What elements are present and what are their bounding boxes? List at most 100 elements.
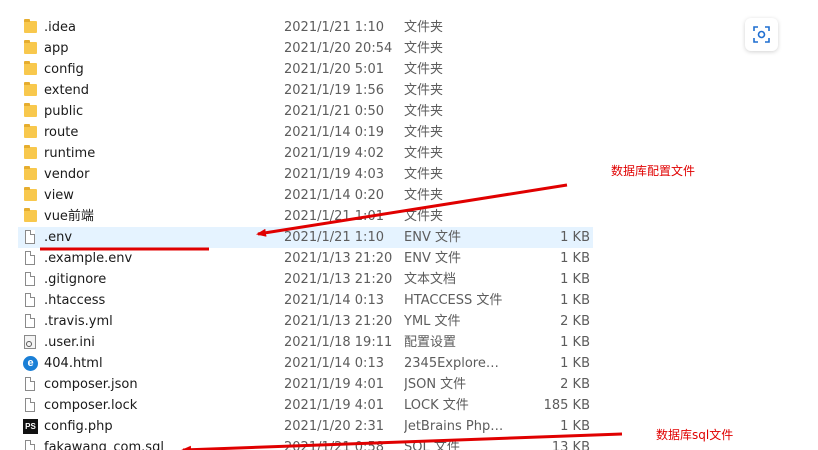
file-size <box>505 164 590 185</box>
file-icon-cell <box>22 269 40 290</box>
file-icon-cell <box>22 38 40 59</box>
config-file-annotation: 数据库配置文件 <box>611 164 696 178</box>
file-size: 1 KB <box>560 293 590 308</box>
file-name: app <box>44 41 69 56</box>
file-icon-cell <box>22 164 40 185</box>
file-type: SQL 文件 <box>404 440 460 450</box>
file-icon <box>25 272 35 286</box>
file-row[interactable]: .htaccess 2021/1/14 0:13 HTACCESS 文件 1 KB <box>0 290 818 311</box>
file-type: JetBrains PhpSto... <box>404 419 504 434</box>
file-size <box>505 80 590 101</box>
file-name: .env <box>44 230 73 245</box>
file-name: .user.ini <box>44 335 95 350</box>
file-size <box>505 185 590 206</box>
file-row[interactable]: extend 2021/1/19 1:56 文件夹 <box>0 80 818 101</box>
file-modified-date: 2021/1/21 1:01 <box>284 209 384 224</box>
file-row[interactable]: vendor 2021/1/19 4:03 文件夹 <box>0 164 818 185</box>
file-size: 2 KB <box>560 377 590 392</box>
file-name: view <box>44 188 74 203</box>
file-row[interactable]: runtime 2021/1/19 4:02 文件夹 <box>0 143 818 164</box>
file-row[interactable]: vue前端 2021/1/21 1:01 文件夹 <box>0 206 818 227</box>
scan-icon <box>753 26 770 43</box>
file-size: 1 KB <box>560 419 590 434</box>
file-icon-cell <box>22 311 40 332</box>
file-modified-date: 2021/1/20 20:54 <box>284 41 393 56</box>
file-row[interactable]: public 2021/1/21 0:50 文件夹 <box>0 101 818 122</box>
file-size: 1 KB <box>560 335 590 350</box>
file-row[interactable]: .env 2021/1/21 1:10 ENV 文件 1 KB <box>0 227 818 248</box>
file-name: .gitignore <box>44 272 107 287</box>
file-icon-cell: PS <box>22 416 40 437</box>
file-modified-date: 2021/1/19 4:03 <box>284 167 384 182</box>
file-type: 文件夹 <box>404 146 444 161</box>
file-modified-date: 2021/1/19 1:56 <box>284 83 384 98</box>
file-icon-cell <box>22 143 40 164</box>
file-modified-date: 2021/1/21 1:10 <box>284 230 384 245</box>
file-name: .travis.yml <box>44 314 113 329</box>
file-row[interactable]: view 2021/1/14 0:20 文件夹 <box>0 185 818 206</box>
file-row[interactable]: .gitignore 2021/1/13 21:20 文本文档 1 KB <box>0 269 818 290</box>
file-size: 1 KB <box>560 230 590 245</box>
folder-icon <box>24 124 37 138</box>
file-type: 文件夹 <box>404 104 444 119</box>
folder-icon <box>24 82 37 96</box>
file-type: 文件夹 <box>404 209 444 224</box>
file-type: ENV 文件 <box>404 251 461 266</box>
file-list: .idea 2021/1/21 1:10 文件夹 app 2021/1/20 20:54… <box>0 17 818 450</box>
file-modified-date: 2021/1/21 0:50 <box>284 104 384 119</box>
file-size: 185 KB <box>543 398 590 413</box>
file-type: LOCK 文件 <box>404 398 469 413</box>
file-icon <box>25 398 35 412</box>
file-row[interactable]: config 2021/1/20 5:01 文件夹 <box>0 59 818 80</box>
file-type: HTACCESS 文件 <box>404 293 503 308</box>
file-modified-date: 2021/1/14 0:13 <box>284 356 384 371</box>
file-row[interactable]: .example.env 2021/1/13 21:20 ENV 文件 1 KB <box>0 248 818 269</box>
file-modified-date: 2021/1/13 21:20 <box>284 314 393 329</box>
file-name: public <box>44 104 84 119</box>
file-row[interactable]: composer.json 2021/1/19 4:01 JSON 文件 2 KB <box>0 374 818 395</box>
file-icon-cell <box>22 437 40 450</box>
file-icon-cell <box>22 17 40 38</box>
file-icon-cell <box>22 374 40 395</box>
scan-button[interactable] <box>745 18 778 51</box>
file-row[interactable]: composer.lock 2021/1/19 4:01 LOCK 文件 185 KB <box>0 395 818 416</box>
file-explorer-window: .idea 2021/1/21 1:10 文件夹 app 2021/1/20 20:54… <box>0 0 818 450</box>
file-modified-date: 2021/1/13 21:20 <box>284 272 393 287</box>
file-row[interactable]: .user.ini 2021/1/18 19:11 配置设置 1 KB <box>0 332 818 353</box>
folder-icon <box>24 187 37 201</box>
file-row[interactable]: e 404.html 2021/1/14 0:13 2345Explorer HT..… <box>0 353 818 374</box>
file-modified-date: 2021/1/20 5:01 <box>284 62 384 77</box>
file-icon <box>25 440 35 450</box>
file-size: 1 KB <box>560 272 590 287</box>
folder-icon <box>24 103 37 117</box>
file-name: config <box>44 62 84 77</box>
file-name: route <box>44 125 79 140</box>
file-modified-date: 2021/1/19 4:02 <box>284 146 384 161</box>
file-icon-cell <box>22 59 40 80</box>
file-icon <box>25 293 35 307</box>
file-name: config.php <box>44 419 113 434</box>
file-modified-date: 2021/1/21 0:58 <box>284 440 384 450</box>
file-icon-cell <box>22 206 40 227</box>
file-name: composer.lock <box>44 398 138 413</box>
file-type: YML 文件 <box>404 314 461 329</box>
file-row[interactable]: .idea 2021/1/21 1:10 文件夹 <box>0 17 818 38</box>
file-icon-cell <box>22 185 40 206</box>
file-row[interactable]: route 2021/1/14 0:19 文件夹 <box>0 122 818 143</box>
file-type: 文件夹 <box>404 41 444 56</box>
file-icon <box>25 230 35 244</box>
file-modified-date: 2021/1/14 0:13 <box>284 293 384 308</box>
file-type: 2345Explorer HT... <box>404 356 504 371</box>
file-type: 文件夹 <box>404 62 444 77</box>
file-type: 文本文档 <box>404 272 457 287</box>
file-name: vendor <box>44 167 90 182</box>
file-icon-cell <box>22 332 40 353</box>
file-icon-cell <box>22 248 40 269</box>
folder-icon <box>24 40 37 54</box>
file-modified-date: 2021/1/14 0:20 <box>284 188 384 203</box>
file-row[interactable]: .travis.yml 2021/1/13 21:20 YML 文件 2 KB <box>0 311 818 332</box>
file-modified-date: 2021/1/20 2:31 <box>284 419 384 434</box>
file-row[interactable]: app 2021/1/20 20:54 文件夹 <box>0 38 818 59</box>
file-modified-date: 2021/1/13 21:20 <box>284 251 393 266</box>
folder-icon <box>24 208 37 222</box>
